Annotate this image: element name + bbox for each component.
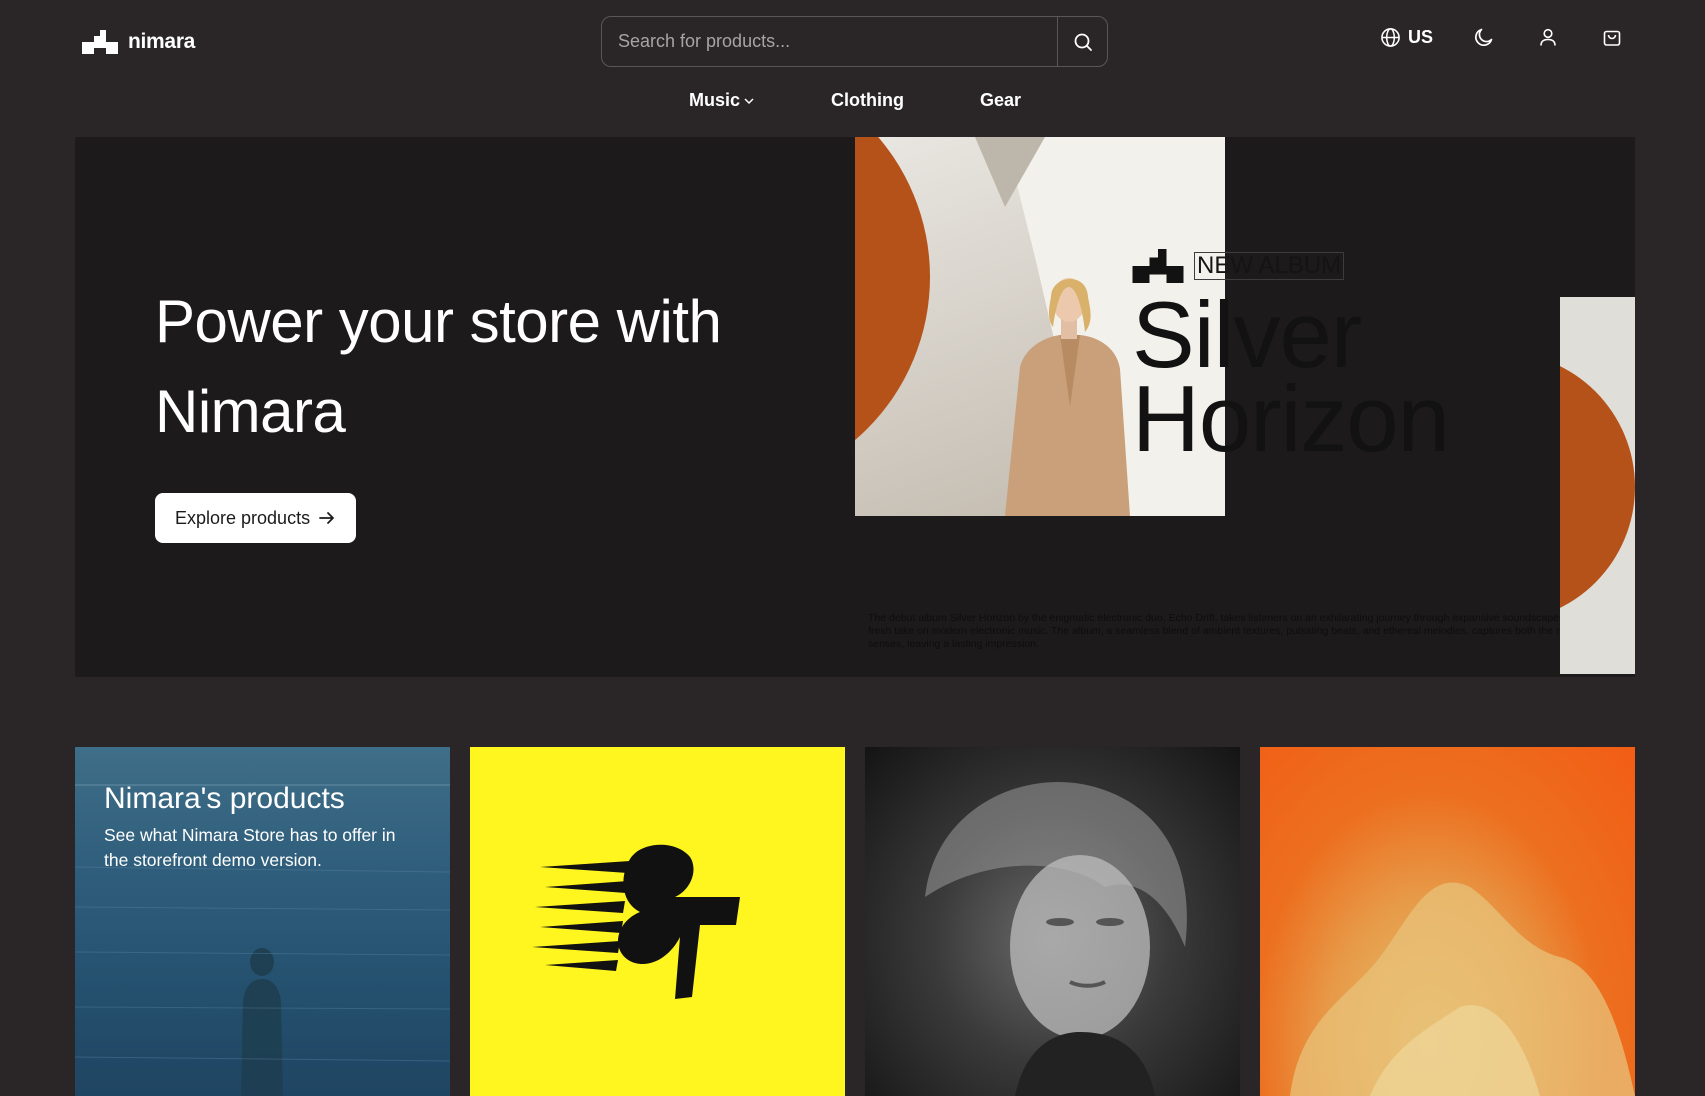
album-logo-icon	[1132, 249, 1184, 283]
album-side-photo	[1560, 297, 1635, 674]
nav-item-label: Clothing	[831, 90, 904, 110]
album-tag: NEW ALBUM	[1132, 249, 1635, 283]
locale-label: US	[1407, 26, 1433, 47]
hero-album-visual: NEW ALBUM Silver Horizon The debut album…	[855, 137, 1635, 677]
explore-products-button[interactable]: Explore products	[155, 493, 357, 543]
orange-texture-graphic	[1290, 882, 1635, 1096]
product-tiles: Nimara's products See what Nimara Store …	[75, 747, 1635, 1096]
logo-link[interactable]: nimara	[82, 30, 195, 54]
tile-ampersand-album[interactable]	[470, 747, 845, 1096]
search-input[interactable]	[602, 17, 1057, 66]
nav-item-gear[interactable]: Gear	[980, 90, 1021, 111]
tile-subtitle: See what Nimara Store has to offer in th…	[104, 825, 396, 870]
logo-mark-icon	[82, 30, 118, 54]
search-button[interactable]	[1057, 17, 1107, 66]
blurred-portrait-graphic	[925, 781, 1187, 1096]
nav-item-music[interactable]: Music	[689, 90, 755, 111]
tile-texture-album[interactable]	[1260, 747, 1635, 1096]
hero-title: Power your store with Nimara	[155, 288, 722, 445]
ampersand-speed-graphic	[532, 844, 740, 999]
header-actions: US	[1380, 24, 1625, 50]
globe-icon	[1381, 27, 1400, 47]
cart-icon	[1603, 30, 1621, 46]
explore-products-label: Explore products	[175, 507, 311, 528]
chevron-down-icon	[744, 97, 754, 104]
side-arc-graphic	[1560, 366, 1635, 608]
cart-button[interactable]	[1599, 24, 1625, 50]
account-button[interactable]	[1535, 24, 1561, 50]
tile-title: Nimara's products	[104, 782, 345, 815]
site-header: nimara US	[0, 0, 1705, 140]
nav-item-label: Gear	[979, 90, 1022, 110]
locale-switcher[interactable]: US	[1380, 27, 1433, 48]
moon-icon	[1475, 28, 1493, 46]
nav-item-label: Music	[688, 90, 740, 110]
tile-nimara-products[interactable]: Nimara's products See what Nimara Store …	[75, 747, 450, 1096]
album-description: The debut album Silver Horizon by the en…	[868, 612, 1617, 650]
search-icon	[1074, 33, 1092, 51]
brand-name: nimara	[128, 30, 196, 53]
main-nav: Music Clothing Gear	[0, 90, 1705, 111]
user-icon	[1540, 28, 1556, 46]
album-tag-label: NEW ALBUM	[1194, 252, 1345, 280]
search-bar	[601, 16, 1108, 67]
tile-portrait-album[interactable]	[865, 747, 1240, 1096]
theme-toggle[interactable]	[1471, 24, 1497, 50]
nav-item-clothing[interactable]: Clothing	[831, 90, 904, 111]
hero-banner: Power your store with Nimara Explore pro…	[75, 137, 1635, 677]
arrow-right-icon	[319, 512, 334, 524]
